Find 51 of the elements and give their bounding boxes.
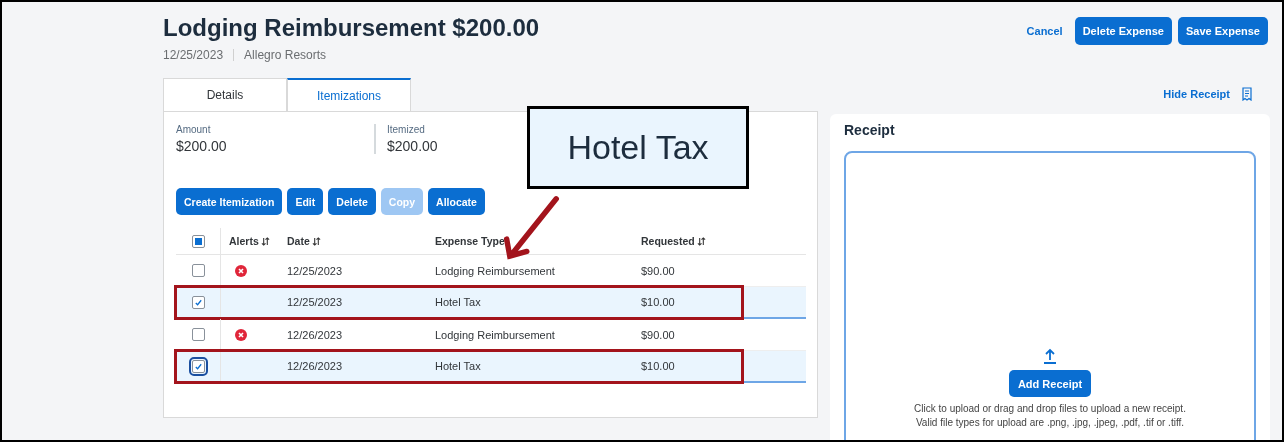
expense-title: Lodging Reimbursement $200.00: [163, 14, 540, 42]
table-row[interactable]: 12/26/2023 Hotel Tax $10.00: [176, 351, 806, 383]
tab[interactable]: Itemizations: [287, 78, 411, 111]
summary-label: Itemized: [387, 124, 426, 135]
receipt-icon[interactable]: [1242, 87, 1252, 101]
table-cell: 12/26/2023: [287, 328, 343, 341]
row-checkbox[interactable]: [191, 295, 205, 309]
table-cell: 12/25/2023: [287, 264, 343, 277]
sort-icon[interactable]: [311, 236, 321, 246]
column-header[interactable]: Date: [287, 235, 310, 247]
toolbar-button[interactable]: Allocate: [428, 188, 485, 215]
table-cell: Lodging Reimbursement: [435, 264, 555, 277]
add-receipt-button[interactable]: Add Receipt: [1008, 370, 1092, 397]
vendor-name: Allegro Resorts: [244, 48, 327, 62]
table-cell: $10.00: [641, 360, 675, 372]
column-header[interactable]: Expense Type: [435, 235, 505, 247]
table-cell: 12/25/2023: [287, 296, 343, 308]
row-checkbox[interactable]: [191, 264, 205, 277]
upload-icon: [1043, 348, 1057, 364]
table-row[interactable]: 12/25/2023 Hotel Tax $10.00: [176, 287, 806, 319]
cancel-link[interactable]: Cancel: [1026, 25, 1063, 37]
receipt-title: Receipt: [844, 122, 896, 138]
summary-label: Amount: [176, 124, 212, 135]
expense-button[interactable]: Delete Expense: [1074, 17, 1172, 45]
tab[interactable]: Details: [163, 78, 287, 111]
table-cell: $90.00: [641, 328, 675, 341]
help-text: Valid file types for upload are .png, .jpg, .jpeg, .pdf, .tif or .tiff.: [915, 417, 1185, 428]
callout-text: Hotel Tax: [567, 128, 709, 167]
select-all-checkbox[interactable]: [191, 234, 205, 248]
toolbar-button[interactable]: Delete: [328, 188, 376, 215]
help-text: Click to upload or drag and drop files to upload a new receipt.: [914, 403, 1186, 414]
row-checkbox[interactable]: [191, 328, 205, 341]
toolbar-button[interactable]: Edit: [287, 188, 324, 215]
table-cell: 12/26/2023: [287, 360, 343, 372]
sort-icon[interactable]: [260, 236, 270, 246]
expense-date: 12/25/2023: [163, 48, 224, 62]
table-cell: Hotel Tax: [435, 296, 481, 308]
table-cell: $90.00: [641, 264, 675, 277]
table-cell: Hotel Tax: [435, 360, 481, 372]
expense-button[interactable]: Save Expense: [1178, 17, 1268, 45]
column-header[interactable]: Requested: [641, 235, 695, 247]
column-header[interactable]: Alerts: [229, 235, 259, 247]
table-cell: Lodging Reimbursement: [435, 328, 555, 341]
check-icon: [193, 297, 203, 307]
summary-value: $200.00: [176, 138, 228, 154]
drop-zone[interactable]: Add Receipt Click to upload or drag and drop files to upload a new receipt. Valid file types for upload are .png, .jpg, .jpeg, .pdf, .tif or .tiff.: [844, 151, 1256, 440]
sort-icon[interactable]: [696, 236, 706, 246]
table-cell: $10.00: [641, 296, 675, 308]
hide-receipt-link[interactable]: Hide Receipt: [1163, 88, 1230, 100]
toolbar-button[interactable]: Create Itemization: [176, 188, 283, 215]
check-icon: [193, 361, 203, 371]
